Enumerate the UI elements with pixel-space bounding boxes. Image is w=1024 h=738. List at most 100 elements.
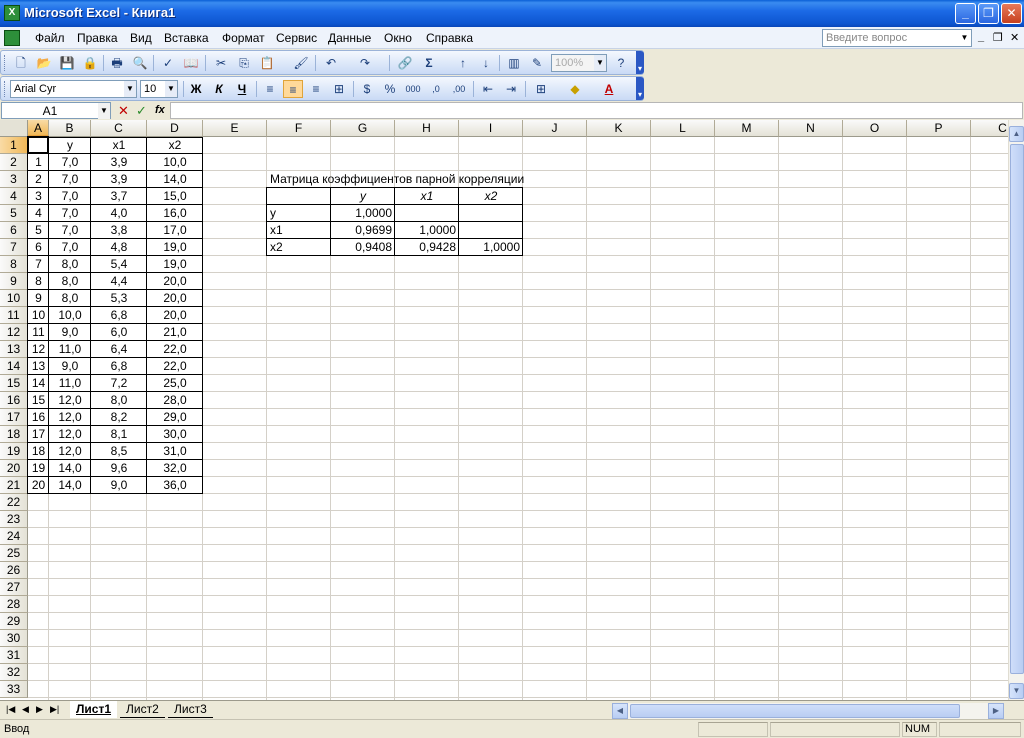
currency-icon[interactable]: $ [357,80,377,98]
row-header[interactable]: 3 [0,171,28,188]
data-cell[interactable]: 2 [28,171,49,188]
menu-data[interactable]: Данные [328,31,371,45]
workbook-minimize-button[interactable]: _ [978,31,984,43]
data-cell[interactable]: 11,0 [49,375,91,392]
drawing-icon[interactable]: ✎ [527,54,547,72]
vertical-scroll-thumb[interactable] [1010,144,1024,674]
row-header[interactable]: 16 [0,392,28,409]
excel-app-icon[interactable]: X [4,5,20,21]
column-header[interactable]: H [395,120,459,137]
column-header[interactable]: P [907,120,971,137]
data-cell[interactable]: 7 [28,256,49,273]
data-cell[interactable]: 9,6 [91,460,147,477]
column-header[interactable]: E [203,120,267,137]
enter-icon[interactable]: ✓ [136,103,147,119]
autosum-icon[interactable]: Σ [419,54,439,72]
column-header[interactable]: K [587,120,651,137]
data-cell[interactable]: 28,0 [147,392,203,409]
menu-window[interactable]: Окно [384,31,412,45]
row-header[interactable]: 32 [0,664,28,681]
row-header[interactable]: 14 [0,358,28,375]
row-header[interactable]: 22 [0,494,28,511]
row-header[interactable]: 13 [0,341,28,358]
data-cell[interactable]: 9,0 [49,358,91,375]
data-cell[interactable]: 10,0 [49,307,91,324]
data-cell[interactable]: 30,0 [147,426,203,443]
zoom-select[interactable]: 100% ▼ [551,54,607,72]
correlation-cell[interactable]: 0,9428 [395,239,459,256]
row-header[interactable]: 8 [0,256,28,273]
name-box[interactable]: A1 ▼ [1,102,111,119]
data-cell[interactable]: 17,0 [147,222,203,239]
row-header[interactable]: 26 [0,562,28,579]
data-cell[interactable]: 9,0 [91,477,147,494]
redo-icon[interactable]: ↷ [355,54,375,72]
correlation-cell[interactable] [459,205,523,222]
help-icon[interactable]: ? [611,54,631,72]
help-question-input[interactable]: Введите вопрос [822,29,972,47]
row-header[interactable]: 21 [0,477,28,494]
row-header[interactable]: 6 [0,222,28,239]
sheet-tab-3[interactable]: Лист3 [168,701,213,718]
data-header-cell[interactable]: y [49,137,91,154]
permission-icon[interactable]: 🔒 [80,54,100,72]
fill-color-icon[interactable]: ◆ [565,80,585,98]
data-cell[interactable]: 10,0 [147,154,203,171]
data-cell[interactable]: 8,0 [91,392,147,409]
data-cell[interactable]: 14 [28,375,49,392]
italic-button[interactable]: К [209,80,229,98]
data-cell[interactable]: 8,0 [49,290,91,307]
data-cell[interactable]: 8 [28,273,49,290]
data-cell[interactable]: 22,0 [147,341,203,358]
print-preview-icon[interactable]: 🔍 [130,54,150,72]
data-cell[interactable]: 8,0 [49,273,91,290]
data-cell[interactable]: 4 [28,205,49,222]
borders-icon[interactable]: ⊞ [531,80,551,98]
data-cell[interactable]: 3,8 [91,222,147,239]
insert-function-icon[interactable]: fx [155,104,165,116]
data-cell[interactable]: 4,0 [91,205,147,222]
chevron-down-icon[interactable]: ▼ [594,55,606,71]
underline-button[interactable]: Ч [232,80,252,98]
decrease-indent-icon[interactable]: ⇤ [478,80,498,98]
spelling-icon[interactable]: ✓ [158,54,178,72]
row-header[interactable]: 18 [0,426,28,443]
data-cell[interactable]: 19,0 [147,239,203,256]
bold-button[interactable]: Ж [186,80,206,98]
row-header[interactable]: 19 [0,443,28,460]
data-cell[interactable]: 12,0 [49,392,91,409]
column-header[interactable]: O [843,120,907,137]
data-cell[interactable]: 22,0 [147,358,203,375]
workbook-icon[interactable] [4,30,20,46]
data-cell[interactable]: 7,2 [91,375,147,392]
correlation-cell[interactable]: y [267,205,331,222]
scroll-down-icon[interactable]: ▼ [1009,683,1024,699]
data-cell[interactable]: 12,0 [49,409,91,426]
data-cell[interactable]: 7,0 [49,188,91,205]
merge-center-icon[interactable]: ⊞ [329,80,349,98]
comma-style-icon[interactable]: 000 [403,80,423,98]
row-header[interactable]: 25 [0,545,28,562]
column-header[interactable]: C [91,120,147,137]
data-cell[interactable]: 17 [28,426,49,443]
hyperlink-icon[interactable]: 🔗 [395,54,415,72]
column-header[interactable]: A [28,120,49,137]
sort-ascending-icon[interactable]: ↑ [453,54,473,72]
chevron-down-icon[interactable]: ▼ [124,81,136,97]
scroll-up-icon[interactable]: ▲ [1009,126,1024,142]
data-cell[interactable]: 8,0 [49,256,91,273]
data-cell[interactable]: 20,0 [147,273,203,290]
data-cell[interactable]: 8,5 [91,443,147,460]
worksheet-grid[interactable]: A B C D E F G H I J K L M N O P C 1 2 3 4 5 6 7 8 9 10 11 12 13 14 15 16… [0,120,1008,700]
sheet-tab-1[interactable]: Лист1 [70,701,118,718]
data-cell[interactable]: 11 [28,324,49,341]
data-header-cell[interactable]: x1 [91,137,147,154]
new-icon[interactable]: 🗋 [11,54,31,72]
data-cell[interactable]: 7,0 [49,171,91,188]
research-icon[interactable]: 📖 [181,54,201,72]
row-header[interactable]: 12 [0,324,28,341]
decrease-decimal-icon[interactable]: ,00 [449,80,469,98]
data-cell[interactable]: 7,0 [49,205,91,222]
data-cell[interactable]: 14,0 [147,171,203,188]
correlation-cell[interactable]: x1 [267,222,331,239]
